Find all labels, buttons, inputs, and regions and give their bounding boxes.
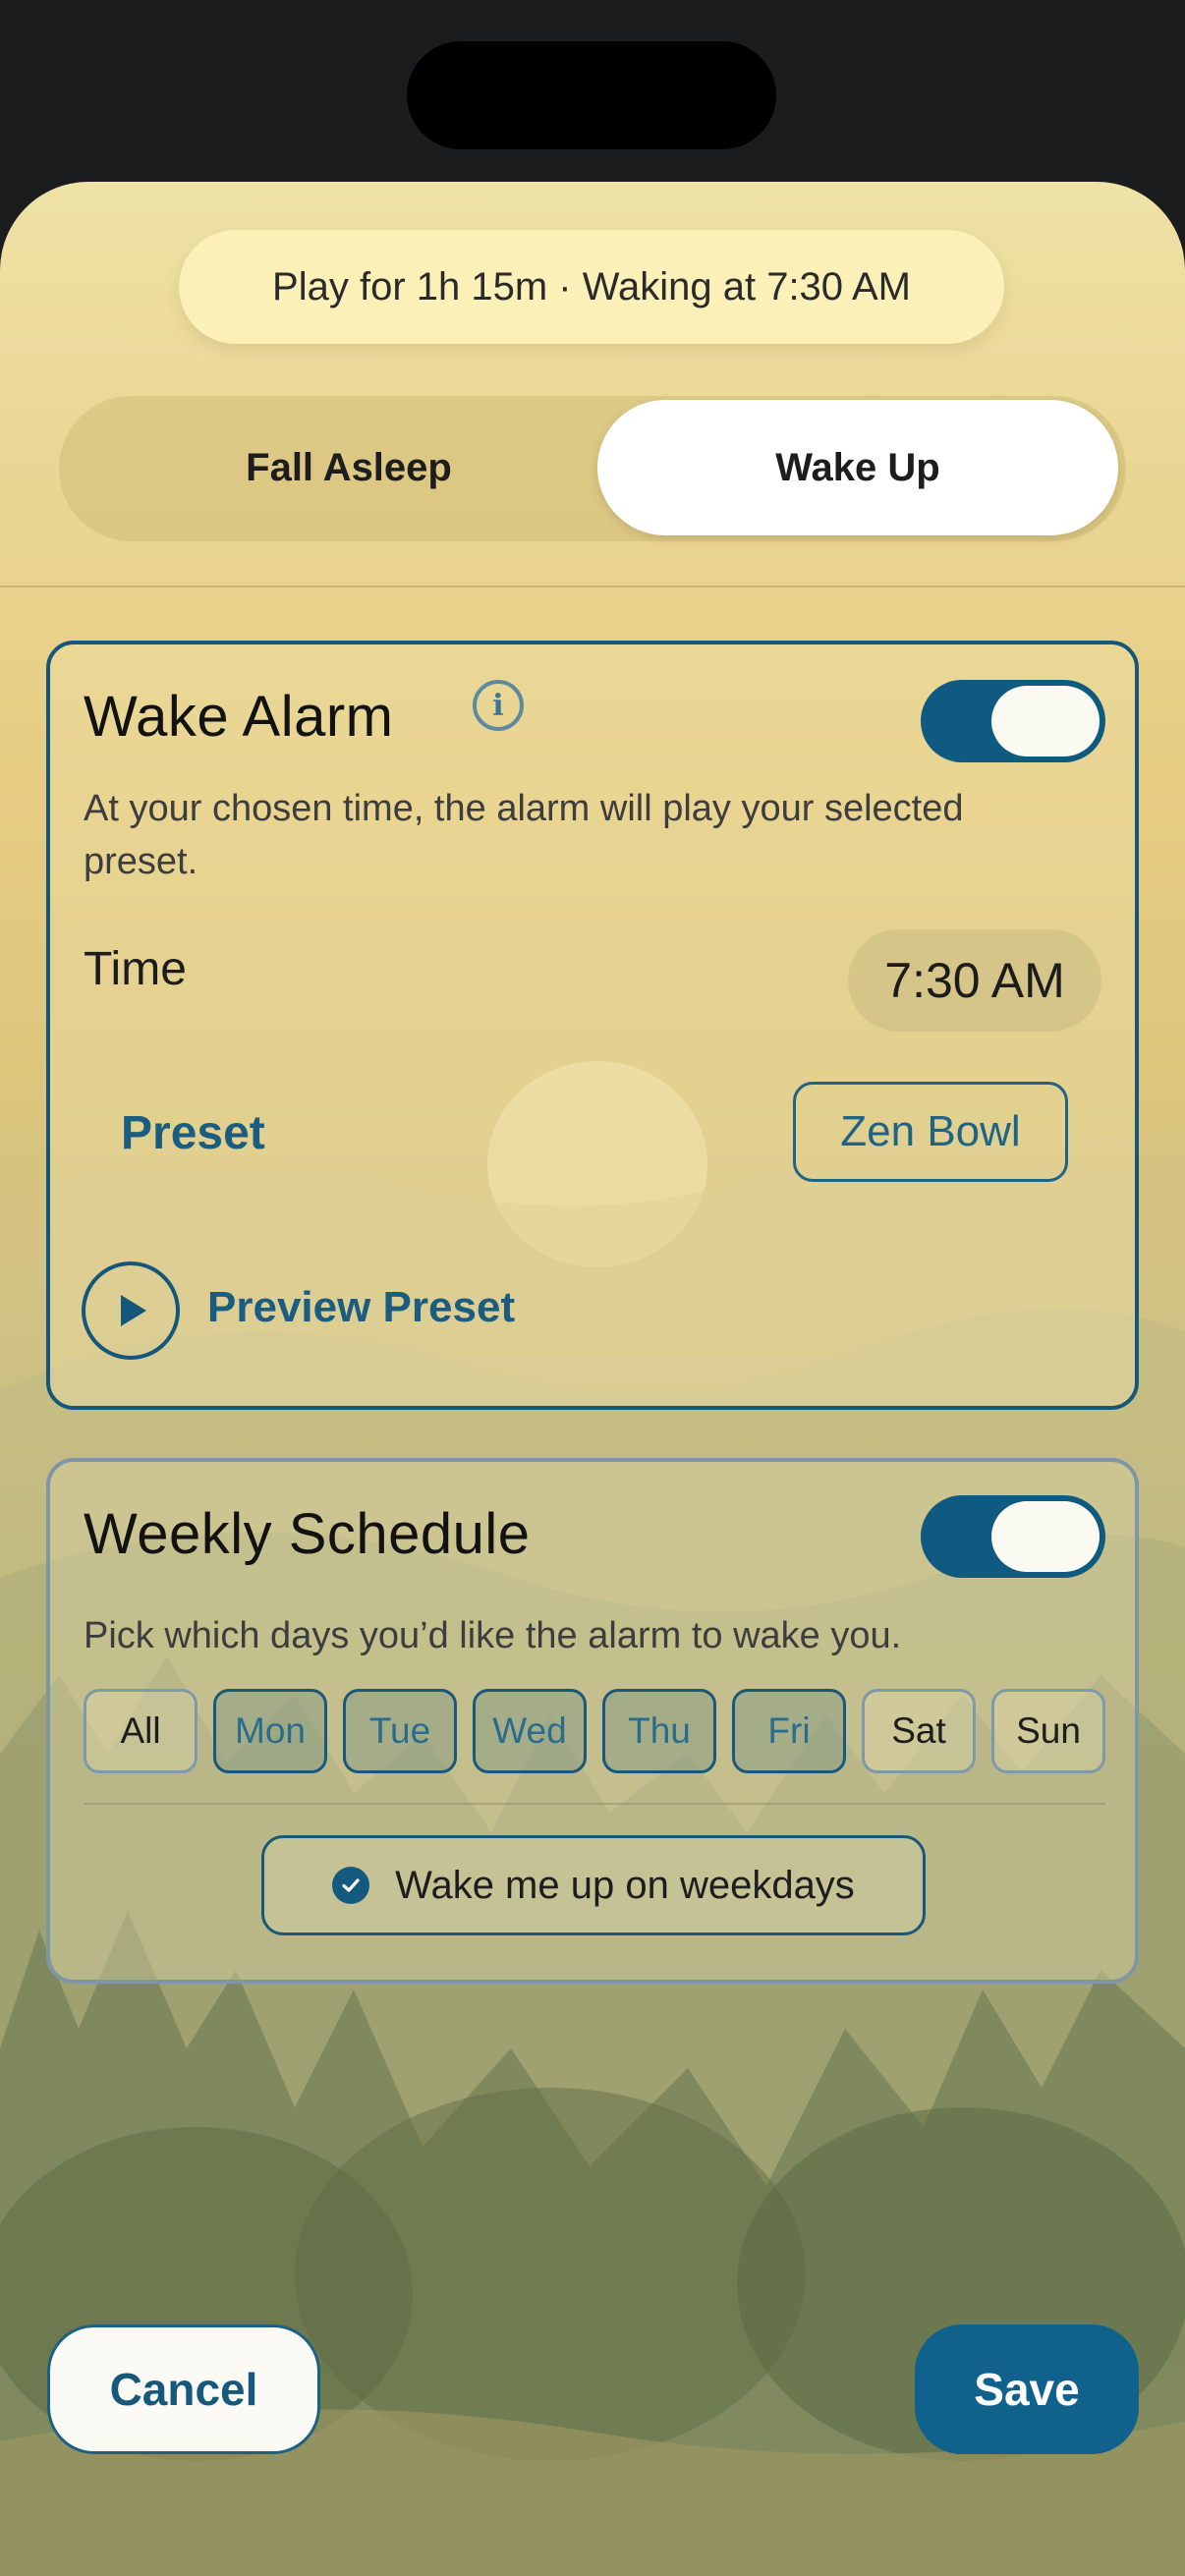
mode-segmented-control: Fall Asleep Wake Up: [59, 396, 1126, 541]
preset-selector[interactable]: Zen Bowl: [793, 1082, 1068, 1182]
day-chip-sat[interactable]: Sat: [862, 1689, 976, 1773]
wake-alarm-description: At your chosen time, the alarm will play…: [84, 788, 964, 882]
day-chip-thu[interactable]: Thu: [602, 1689, 716, 1773]
alarm-sheet: Play for 1h 15m · Waking at 7:30 AM Fall…: [0, 182, 1185, 2576]
day-selector: All Mon Tue Wed Thu Fri Sat Sun: [84, 1689, 1105, 1773]
time-label: Time: [84, 943, 187, 995]
day-chip-sun[interactable]: Sun: [991, 1689, 1105, 1773]
divider: [0, 586, 1185, 588]
play-icon[interactable]: [82, 1261, 180, 1360]
status-pill: Play for 1h 15m · Waking at 7:30 AM: [179, 230, 1004, 344]
day-chip-mon[interactable]: Mon: [213, 1689, 327, 1773]
time-picker[interactable]: 7:30 AM: [848, 929, 1101, 1032]
day-chip-wed[interactable]: Wed: [473, 1689, 587, 1773]
preview-preset-button[interactable]: Preview Preset: [207, 1283, 515, 1332]
toggle-knob: [991, 686, 1100, 756]
dynamic-island: [407, 41, 776, 149]
weekdays-option-label: Wake me up on weekdays: [395, 1863, 855, 1907]
divider: [84, 1803, 1105, 1805]
weekly-schedule-title: Weekly Schedule: [84, 1502, 531, 1566]
wake-alarm-card: Wake Alarm i At your chosen time, the al…: [46, 641, 1139, 1410]
weekly-schedule-toggle[interactable]: [921, 1495, 1105, 1578]
toggle-knob: [991, 1501, 1100, 1572]
wake-alarm-title: Wake Alarm: [84, 685, 394, 749]
info-icon[interactable]: i: [473, 680, 524, 731]
wake-alarm-toggle[interactable]: [921, 680, 1105, 762]
tab-fall-asleep[interactable]: Fall Asleep: [88, 400, 609, 535]
weekdays-option-button[interactable]: Wake me up on weekdays: [261, 1835, 926, 1935]
weekly-schedule-description: Pick which days you’d like the alarm to …: [84, 1615, 902, 1656]
day-chip-fri[interactable]: Fri: [732, 1689, 846, 1773]
save-button[interactable]: Save: [915, 2324, 1139, 2454]
checkmark-icon: [332, 1867, 370, 1904]
cancel-button[interactable]: Cancel: [47, 2324, 320, 2454]
day-chip-all[interactable]: All: [84, 1689, 198, 1773]
day-chip-tue[interactable]: Tue: [343, 1689, 457, 1773]
tab-wake-up[interactable]: Wake Up: [597, 400, 1118, 535]
weekly-schedule-card: Weekly Schedule Pick which days you’d li…: [46, 1458, 1139, 1984]
preset-label: Preset: [121, 1107, 265, 1159]
